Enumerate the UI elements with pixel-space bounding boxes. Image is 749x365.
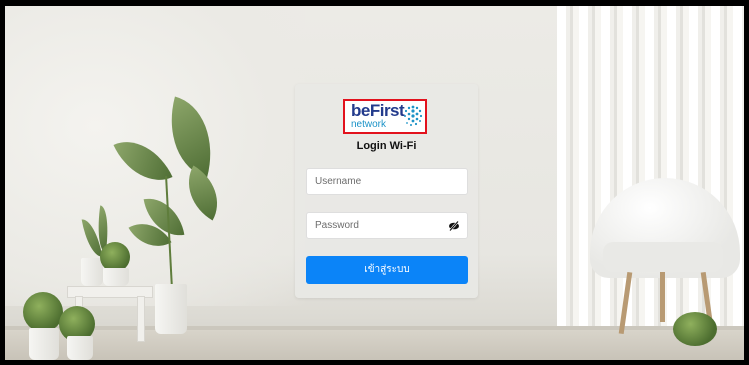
befirst-logo: beFirst network [343, 99, 427, 134]
logo-sub-text: network [351, 119, 387, 130]
login-button[interactable]: เข้าสู่ระบบ [306, 256, 468, 284]
background-scene: beFirst network Login Wi-Fi Username Pas… [5, 6, 744, 360]
logo-brand-text: beFirst [351, 101, 405, 120]
login-title: Login Wi-Fi [356, 140, 417, 152]
eye-slash-icon[interactable] [448, 220, 460, 232]
login-card: beFirst network Login Wi-Fi Username Pas… [295, 84, 478, 298]
curtain [557, 6, 744, 326]
username-input[interactable]: Username [306, 168, 468, 195]
floor [5, 330, 744, 360]
logo-dots-icon [404, 105, 423, 126]
password-placeholder: Password [315, 220, 359, 231]
username-placeholder: Username [315, 176, 362, 187]
password-input[interactable]: Password [306, 212, 468, 239]
